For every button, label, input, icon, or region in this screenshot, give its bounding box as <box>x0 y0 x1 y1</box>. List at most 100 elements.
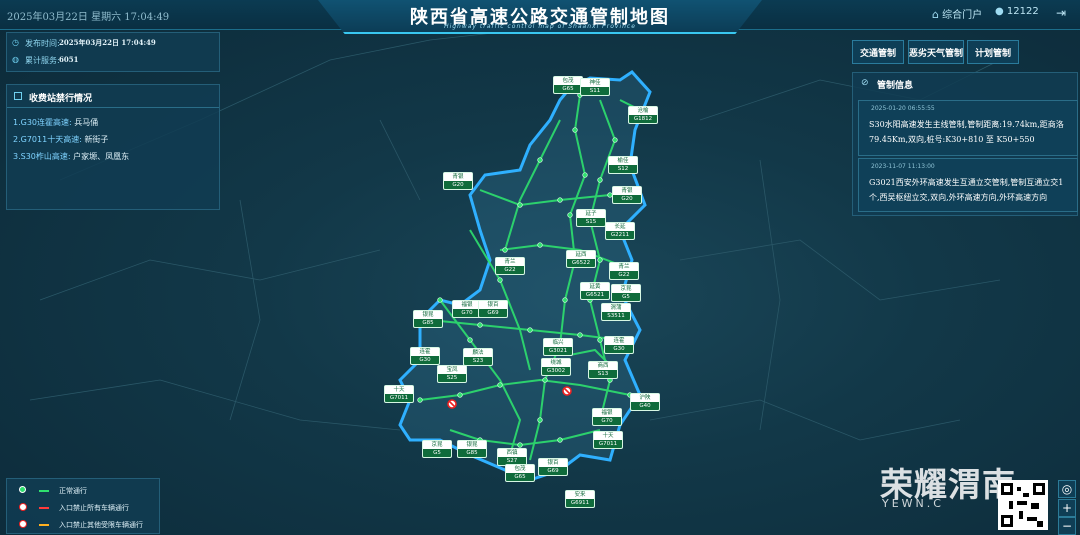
route-code: S15 <box>585 219 597 225</box>
watermark-url: YEWN.C <box>882 497 944 510</box>
user-menu[interactable]: ● 12122 <box>995 6 1039 17</box>
route-name: 银百 <box>479 301 507 309</box>
control-heading: 管制信息 <box>877 81 914 91</box>
route-name: 福银 <box>453 301 481 309</box>
qr-code <box>998 480 1048 530</box>
logout-icon[interactable]: ⇥ <box>1056 6 1066 20</box>
route-name: 榆佳 <box>609 157 637 165</box>
map-stage: { "header": { "datetime": "2025年03月22日 星… <box>0 0 1080 535</box>
route-code: G3002 <box>546 368 566 374</box>
route-badge[interactable]: 福银 G70 <box>592 408 622 426</box>
route-badge[interactable]: 绕城 G3002 <box>541 358 571 376</box>
route-name: 麟法 <box>464 349 492 357</box>
route-badge[interactable]: 青兰 G22 <box>495 257 525 275</box>
route-badge[interactable]: 京昆 G5 <box>611 284 641 302</box>
route-badge[interactable]: 临兴 G3021 <box>543 338 573 356</box>
route-name: 京昆 <box>612 285 640 293</box>
route-name: 十天 <box>594 432 622 440</box>
route-code: G3021 <box>548 348 568 354</box>
route-code: G22 <box>504 267 516 273</box>
portal-link[interactable]: ⌂ 综合门户 <box>932 6 982 21</box>
users-icon: ◍ <box>12 55 19 64</box>
route-name: 神佳 <box>581 79 609 87</box>
route-name: 包茂 <box>506 465 534 473</box>
route-badge[interactable]: 十天 G7011 <box>384 385 414 403</box>
route-badge[interactable]: 安来 G6911 <box>565 490 595 508</box>
route-badge[interactable]: 商西 S13 <box>588 361 618 379</box>
legend-line <box>39 524 49 526</box>
legend-label: 入口禁止所有车辆通行 <box>59 504 129 512</box>
route-badge[interactable]: 包茂 G65 <box>553 76 583 94</box>
route-code: G30 <box>613 346 625 352</box>
route-code: G70 <box>461 310 473 316</box>
route-badge[interactable]: 渭蒲 S3511 <box>601 303 631 321</box>
datetime-display: 2025年03月22日 星期六 17:04:49 <box>7 12 170 23</box>
title-plate: 陕西省高速公路交通管制地图 Highway traffic control ma… <box>318 0 762 34</box>
locate-icon[interactable]: ◎ <box>1058 480 1076 498</box>
route-badge[interactable]: 沧榆 G1812 <box>628 106 658 124</box>
route-name: 沪陕 <box>631 394 659 402</box>
route-badge[interactable]: 榆佳 S12 <box>608 156 638 174</box>
route-badge[interactable]: 银百 G69 <box>538 458 568 476</box>
zoom-out-button[interactable]: − <box>1058 517 1076 535</box>
route-code: S11 <box>589 88 601 94</box>
route-badge[interactable]: 延子 S15 <box>576 209 606 227</box>
route-name: 青银 <box>613 187 641 195</box>
user-icon: ● <box>995 6 1004 17</box>
route-name: 长延 <box>606 223 634 231</box>
route-code: S13 <box>597 371 609 377</box>
route-code: G6522 <box>571 260 591 266</box>
route-name: 绕城 <box>542 359 570 367</box>
route-name: 延黄 <box>581 283 609 291</box>
closure-item[interactable]: 1.G30连霍高速: 兵马俑 <box>13 117 98 128</box>
notice-card[interactable]: 2023-11-07 11:13:00 G3021西安外环高速发生互通立交管制,… <box>858 158 1078 212</box>
route-code: G69 <box>487 310 499 316</box>
route-code: G22 <box>618 272 630 278</box>
route-badge[interactable]: 宝凤 S25 <box>437 365 467 383</box>
route-code: S23 <box>472 358 484 364</box>
list-icon <box>14 92 22 100</box>
closure-item[interactable]: 3.S30柞山高速: 户家塬、凤凰东 <box>13 151 129 162</box>
route-badge[interactable]: 青兰 G22 <box>609 262 639 280</box>
route-badge[interactable]: 京昆 G5 <box>422 440 452 458</box>
closure-place: 户家塬、凤凰东 <box>73 152 130 161</box>
route-name: 连霍 <box>605 337 633 345</box>
route-badge[interactable]: 麟法 S23 <box>463 348 493 366</box>
route-badge[interactable]: 沪陕 G40 <box>630 393 660 411</box>
zoom-in-button[interactable]: + <box>1058 499 1076 517</box>
route-code: G7011 <box>598 441 618 447</box>
tab-planned-control[interactable]: 计划管制 <box>967 40 1019 64</box>
route-name: 青兰 <box>610 263 638 271</box>
route-name: 沧榆 <box>629 107 657 115</box>
notice-card[interactable]: 2025-01-20 06:55:55 S30水阳高速发生主线管制,管制距离:1… <box>858 100 1078 156</box>
route-name: 安来 <box>566 491 594 499</box>
tab-traffic-control[interactable]: 交通管制 <box>852 40 904 64</box>
closures-panel: 收费站禁行情况 1.G30连霍高速: 兵马俑 2.G7011十天高速: 新街子 … <box>6 84 220 210</box>
notice-time: 2025-01-20 06:55:55 <box>871 105 935 112</box>
route-badge[interactable]: 十天 G7011 <box>593 431 623 449</box>
route-badge[interactable]: 连霍 G30 <box>604 336 634 354</box>
route-badge[interactable]: 神佳 S11 <box>580 78 610 96</box>
route-badge[interactable]: 延西 G6522 <box>566 250 596 268</box>
user-id: 12122 <box>1006 6 1039 17</box>
route-badge[interactable]: 长延 G2211 <box>605 222 635 240</box>
legend-label: 入口禁止其他受限车辆通行 <box>59 521 143 529</box>
route-badge[interactable]: 银昆 G85 <box>457 440 487 458</box>
closures-heading: 收费站禁行情况 <box>29 94 93 104</box>
no-entry-icon <box>19 520 27 528</box>
tab-weather-control[interactable]: 恶劣天气管制 <box>908 40 964 64</box>
route-badge[interactable]: 包茂 G65 <box>505 464 535 482</box>
route-code: G20 <box>452 182 464 188</box>
route-name: 银百 <box>539 459 567 467</box>
closure-item[interactable]: 2.G7011十天高速: 新街子 <box>13 134 108 145</box>
route-badge[interactable]: 银昆 G85 <box>413 310 443 328</box>
route-badge[interactable]: 连霍 G30 <box>410 347 440 365</box>
route-badge[interactable]: 银百 G69 <box>478 300 508 318</box>
route-badge[interactable]: 青银 G20 <box>443 172 473 190</box>
served-value: 6051 <box>59 55 79 64</box>
route-code: G6521 <box>585 292 605 298</box>
closure-road: 3.S30柞山高速: <box>13 152 71 161</box>
route-code: S3511 <box>607 313 625 319</box>
route-badge[interactable]: 青银 G20 <box>612 186 642 204</box>
route-badge[interactable]: 延黄 G6521 <box>580 282 610 300</box>
